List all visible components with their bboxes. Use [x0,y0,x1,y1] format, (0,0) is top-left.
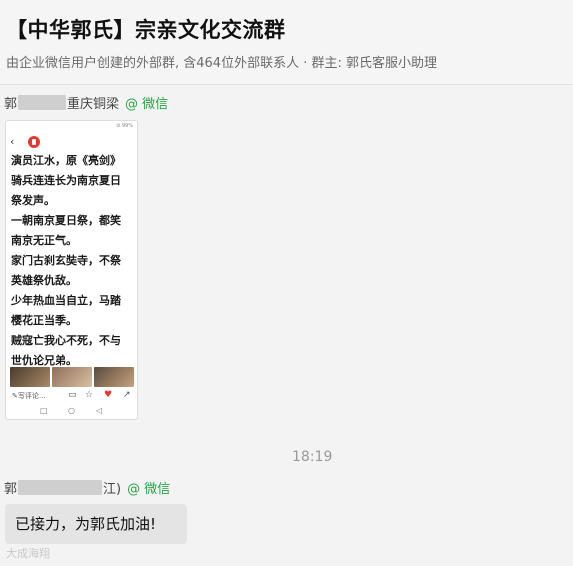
sender-name-suffix: 江) [103,482,122,497]
share-icon: ↗ [123,390,131,400]
article-text: 演员江水，原《亮剑》 骑兵连连长为南京夏日 祭发声。 一朝南京夏日祭，都笑 南京… [11,151,135,371]
message-timestamp: 18:19 [292,449,333,465]
wechat-platform-tag: @ 微信 [127,482,171,497]
star-icon: ☆ [85,390,94,400]
wechat-platform-tag: @ 微信 [125,97,169,112]
article-topbar: ‹ [6,133,137,151]
article-line: 祭发声。 [11,194,55,207]
chat-header: 【中华郭氏】宗亲文化交流群 由企业微信用户创建的外部群, 含464位外部联系人 … [0,0,573,85]
redacted-name-block [18,480,103,495]
back-nav-icon: ◁ [96,406,103,415]
article-line: 樱花正当季。 [11,314,77,327]
group-subtitle: 由企业微信用户创建的外部群, 含464位外部联系人 · 群主: 郭氏客服小助理 [6,56,437,71]
article-line: 演员江水，原《亮剑》 [11,154,121,167]
text-message-bubble[interactable]: 已接力，为郭氏加油! [5,504,187,544]
comment-box: ✎写评论... [12,392,46,400]
phone-status-bar: ⊘ 99% [10,123,133,131]
article-line: 贼寇亡我心不死，不与 [11,334,121,347]
thumbnail-image [52,367,92,387]
app-logo-icon [28,136,40,148]
article-line: 南京无正气。 [11,234,77,247]
article-line: 英雄祭仇敌。 [11,274,77,287]
message-sender[interactable]: 郭 江) @ 微信 [4,478,170,497]
comment-placeholder: 写评论... [17,392,46,400]
message-sender[interactable]: 郭 重庆铜梁 @ 微信 [4,93,168,112]
watermark: 大成海翔 [6,547,50,560]
article-line: 少年热血当自立，马踏 [11,294,121,307]
article-line: 一朝南京夏日祭，都笑 [11,214,121,227]
like-icon: ♥ [104,390,113,400]
thumbnail-image [94,367,134,387]
video-thumbnails [10,367,134,387]
article-action-bar: ✎写评论... ▭ ☆ ♥ ↗ [6,389,137,403]
phone-status-text: ⊘ 99% [116,123,133,129]
group-title: 【中华郭氏】宗亲文化交流群 [6,18,286,42]
comment-icon: ▭ [68,390,77,400]
sender-name-prefix: 郭 [4,482,18,497]
shared-image-message[interactable]: ⊘ 99% ‹ 演员江水，原《亮剑》 骑兵连连长为南京夏日 祭发声。 一朝南京夏… [5,120,138,420]
sender-name-suffix: 重庆铜梁 [67,97,120,112]
article-line: 家门古刹玄奘寺，不祭 [11,254,121,267]
back-arrow-icon: ‹ [10,135,15,148]
sender-name-prefix: 郭 [4,97,18,112]
article-line: 骑兵连连长为南京夏日 [11,174,121,187]
thumbnail-image [10,367,50,387]
home-icon: ○ [68,406,75,415]
redacted-name-block [18,95,67,110]
recent-apps-icon: □ [40,406,48,415]
phone-nav-bar: □ ○ ◁ [6,405,137,417]
